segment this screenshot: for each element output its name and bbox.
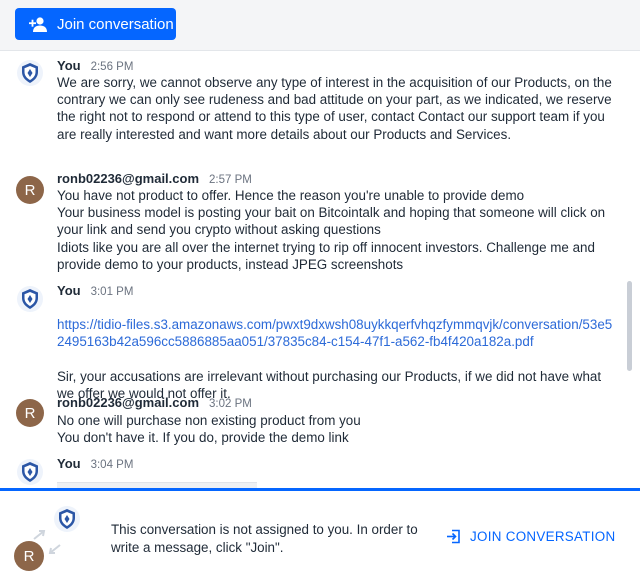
login-icon [447, 529, 460, 544]
message-time: 2:57 PM [209, 174, 252, 186]
shield-icon [17, 459, 43, 485]
message-time: 3:02 PM [209, 398, 252, 410]
message-author: ronb02236@gmail.com [57, 395, 200, 410]
add-user-icon [29, 17, 47, 32]
operator-avatar [16, 285, 44, 313]
message-time: 2:56 PM [90, 61, 134, 73]
message-text: No one will purchase non existing produc… [57, 413, 361, 446]
message-list[interactable]: You 2:56 PM We are sorry, we cannot obse… [0, 51, 640, 488]
scrollbar-thumb[interactable] [627, 281, 632, 371]
message-text: We are sorry, we cannot observe any type… [57, 75, 612, 142]
operator-avatar [16, 59, 44, 87]
message-text: You have not product to offer. Hence the… [57, 188, 606, 272]
shield-icon [54, 506, 80, 532]
join-conversation-button[interactable]: Join conversation [15, 8, 176, 40]
not-assigned-notice: This conversation is not assigned to you… [111, 522, 418, 555]
shield-icon [17, 60, 43, 86]
message-author: You [57, 283, 81, 298]
visitor-avatar: R [14, 541, 44, 571]
assign-illustration: R [12, 501, 87, 573]
shield-icon [17, 286, 43, 312]
message-author: ronb02236@gmail.com [57, 171, 200, 186]
attachment-link[interactable]: https://tidio-files.s3.amazonaws.com/pwx… [57, 316, 617, 350]
visitor-avatar: R [16, 176, 44, 204]
message-time: 3:01 PM [90, 286, 134, 298]
top-bar: Join conversation [0, 0, 640, 51]
message-time: 3:04 PM [90, 459, 134, 471]
message-author: You [57, 58, 81, 73]
operator-avatar [16, 458, 44, 486]
composer-area: R This conversation is not assigned to y… [0, 491, 640, 585]
visitor-avatar: R [16, 399, 44, 427]
message-author: You [57, 456, 81, 471]
join-conversation-link[interactable]: JOIN CONVERSATION [446, 529, 615, 544]
join-button-label: Join conversation [57, 15, 174, 33]
join-link-label: JOIN CONVERSATION [470, 529, 616, 544]
